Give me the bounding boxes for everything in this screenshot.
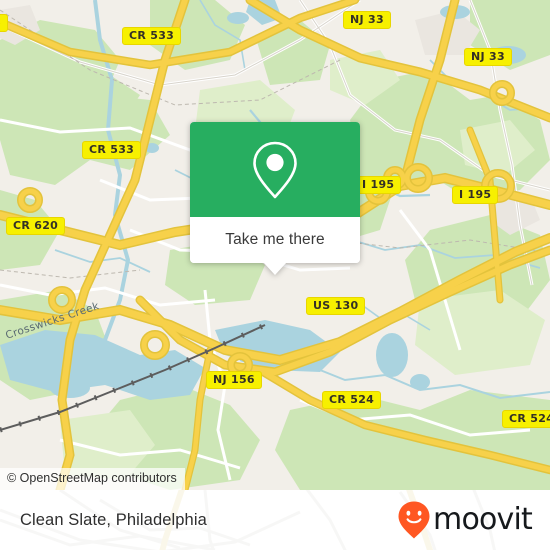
map-canvas[interactable]: 6 CR 533 NJ 33 NJ 33 CR 533 I 195 I 195 … [0,0,550,490]
moovit-wordmark: moovit [433,502,533,537]
road-shield: US 130 [306,297,366,315]
moovit-smiley-pin-icon [398,501,430,539]
map-pin-icon [253,141,297,198]
road-shield: CR 524 [502,410,550,428]
footer-content: Clean Slate, Philadelphia moovit [0,490,550,550]
road-shield: CR 533 [82,141,142,159]
road-shield: 6 [0,14,8,32]
callout-tail [263,262,287,275]
road-shield: CR 524 [322,391,382,409]
map-attribution[interactable]: © OpenStreetMap contributors [0,468,185,490]
road-shield: CR 533 [122,27,182,45]
road-shield: I 195 [452,186,499,204]
road-shield: NJ 33 [464,48,512,66]
place-name-label: Clean Slate, Philadelphia [20,510,207,529]
road-shield: NJ 156 [206,371,262,389]
attribution-text: © OpenStreetMap contributors [7,471,177,485]
footer-bar: Clean Slate, Philadelphia moovit [0,490,550,550]
callout-body: Take me there [190,122,360,263]
road-shield: NJ 33 [343,11,391,29]
take-me-there-label: Take me there [225,231,325,248]
map-screen: 6 CR 533 NJ 33 NJ 33 CR 533 I 195 I 195 … [0,0,550,550]
road-shield: I 195 [355,176,402,194]
moovit-brand[interactable]: moovit [397,500,533,540]
road-shield: CR 620 [6,217,66,235]
callout-action[interactable]: Take me there [190,217,360,263]
callout-icon-panel [190,122,360,217]
destination-callout[interactable]: Take me there [190,122,360,275]
